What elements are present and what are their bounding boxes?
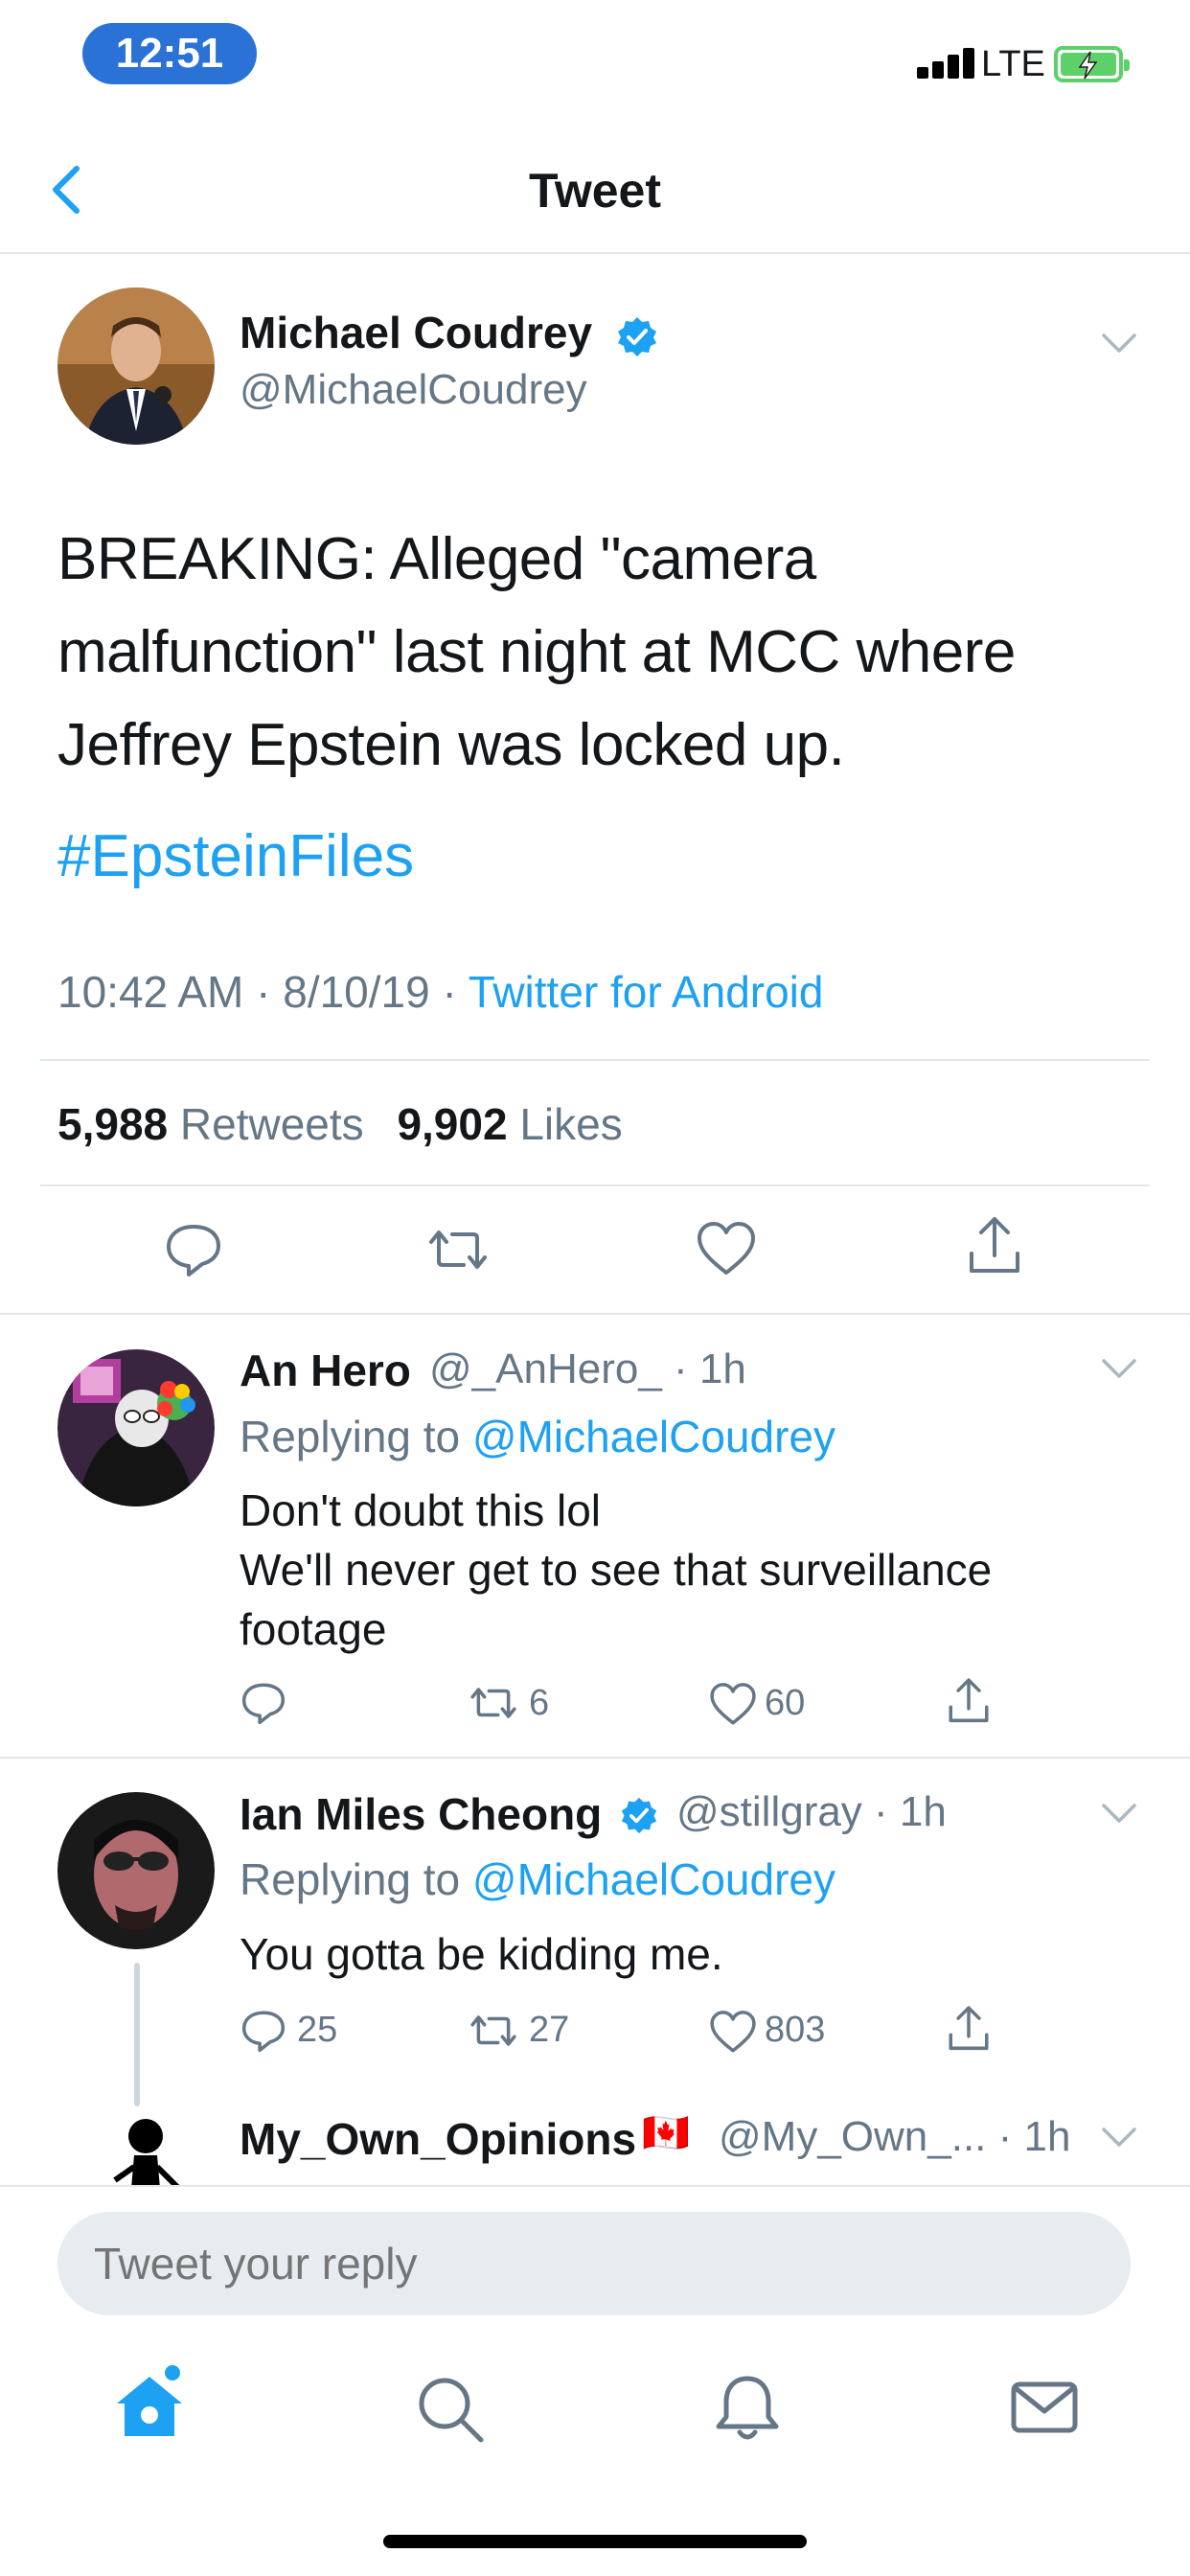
page-title: Tweet	[529, 164, 661, 218]
bell-icon[interactable]	[711, 2371, 784, 2444]
like-icon[interactable]	[696, 1219, 757, 1280]
tweet-reply-input[interactable]	[57, 2212, 1131, 2315]
like-icon[interactable]	[709, 1681, 757, 1729]
reply-icon[interactable]	[240, 2007, 287, 2055]
reply-icon[interactable]	[240, 1679, 287, 1727]
nav-header: Tweet	[0, 134, 1190, 254]
reply-icon[interactable]	[163, 1219, 224, 1280]
chevron-down-icon[interactable]	[1100, 1802, 1138, 1825]
avatar-an-hero[interactable]	[57, 1349, 215, 1506]
avatar-michael-coudrey[interactable]	[57, 288, 215, 445]
retweet-icon[interactable]	[427, 1219, 489, 1280]
signal-icon	[917, 48, 982, 79]
verified-badge-icon	[617, 316, 656, 356]
divider	[0, 1313, 1190, 1315]
replying-to-label: Replying to	[240, 1854, 472, 1904]
author-handle[interactable]: @MichaelCoudrey	[240, 366, 587, 414]
reply-text: You gotta be kidding me.	[240, 1924, 1121, 1984]
status-time[interactable]: 12:51	[82, 23, 257, 84]
likes-stat[interactable]: 9,902 Likes	[397, 1099, 622, 1149]
replying-to: Replying to @MichaelCoudrey	[240, 1853, 835, 1905]
reply-author-name-text: Ian Miles Cheong	[240, 1789, 603, 1839]
chevron-down-icon[interactable]	[1100, 1357, 1138, 1380]
reply-text-line: We'll never get to see that surveillance…	[240, 1545, 993, 1654]
replying-to-mention[interactable]: @MichaelCoudrey	[472, 1854, 835, 1904]
avatar-ian-miles-cheong[interactable]	[57, 1792, 215, 1949]
replying-to-mention[interactable]: @MichaelCoudrey	[472, 1412, 835, 1461]
divider	[40, 1184, 1150, 1186]
retweet-icon[interactable]	[469, 2007, 517, 2055]
share-icon[interactable]	[945, 2005, 993, 2053]
reply-author-name[interactable]: Ian Miles Cheong	[240, 1788, 658, 1840]
like-count: 803	[765, 2010, 826, 2050]
reply-count: 25	[297, 2010, 338, 2050]
chevron-down-icon[interactable]	[1100, 2126, 1138, 2149]
replying-to-label: Replying to	[240, 1412, 472, 1461]
tweet-text: BREAKING: Alleged "camera malfunction" l…	[57, 526, 1016, 778]
tweet-source-link[interactable]: Twitter for Android	[469, 967, 824, 1017]
reply-author-name[interactable]: An Hero	[240, 1345, 411, 1396]
network-label: LTE	[981, 44, 1045, 84]
retweets-stat[interactable]: 5,988 Retweets	[57, 1099, 364, 1149]
divider	[0, 1757, 1190, 1759]
like-icon[interactable]	[709, 2009, 757, 2057]
home-notification-dot	[165, 2365, 180, 2380]
reply-text-line: Don't doubt this lol	[240, 1485, 602, 1535]
replying-to: Replying to @MichaelCoudrey	[240, 1411, 835, 1462]
like-count: 60	[765, 1683, 806, 1723]
chevron-down-icon[interactable]	[1100, 332, 1138, 355]
mail-icon[interactable]	[1008, 2371, 1081, 2444]
divider	[40, 1059, 1150, 1061]
verified-badge-icon	[621, 1797, 657, 1833]
reply-text-line: You gotta be kidding me.	[240, 1929, 723, 1979]
status-bar: 12:51 LTE	[0, 0, 1190, 125]
retweet-icon[interactable]	[469, 1679, 517, 1727]
thread-line	[134, 1963, 140, 2106]
retweet-count: 6	[529, 1683, 550, 1723]
retweet-count: 27	[529, 2010, 570, 2050]
battery-icon	[1054, 46, 1130, 82]
country-flag: 🇨🇦	[642, 2112, 690, 2154]
reply-author-name[interactable]: My_Own_Opinions	[240, 2113, 636, 2165]
reply-handle-time[interactable]: @My_Own_... · 1h	[719, 2113, 1070, 2161]
home-indicator[interactable]	[383, 2535, 807, 2548]
author-name[interactable]: Michael Coudrey	[240, 307, 658, 358]
tweet-stats: 5,988 Retweets 9,902 Likes	[57, 1098, 623, 1150]
hashtag-link[interactable]: #EpsteinFiles	[57, 822, 414, 890]
author-name-text: Michael Coudrey	[240, 308, 593, 357]
reply-handle-time[interactable]: @stillgray · 1h	[676, 1788, 947, 1836]
tweet-meta: 10:42 AM · 8/10/19 · Twitter for Android	[57, 966, 823, 1018]
search-icon[interactable]	[414, 2373, 487, 2446]
tweet-timestamp: 10:42 AM · 8/10/19 ·	[57, 967, 469, 1017]
share-icon[interactable]	[964, 1215, 1025, 1276]
reply-text: Don't doubt this lol We'll never get to …	[240, 1481, 1121, 1659]
reply-handle-time[interactable]: @_AnHero_ · 1h	[429, 1346, 746, 1393]
share-icon[interactable]	[945, 1677, 993, 1725]
